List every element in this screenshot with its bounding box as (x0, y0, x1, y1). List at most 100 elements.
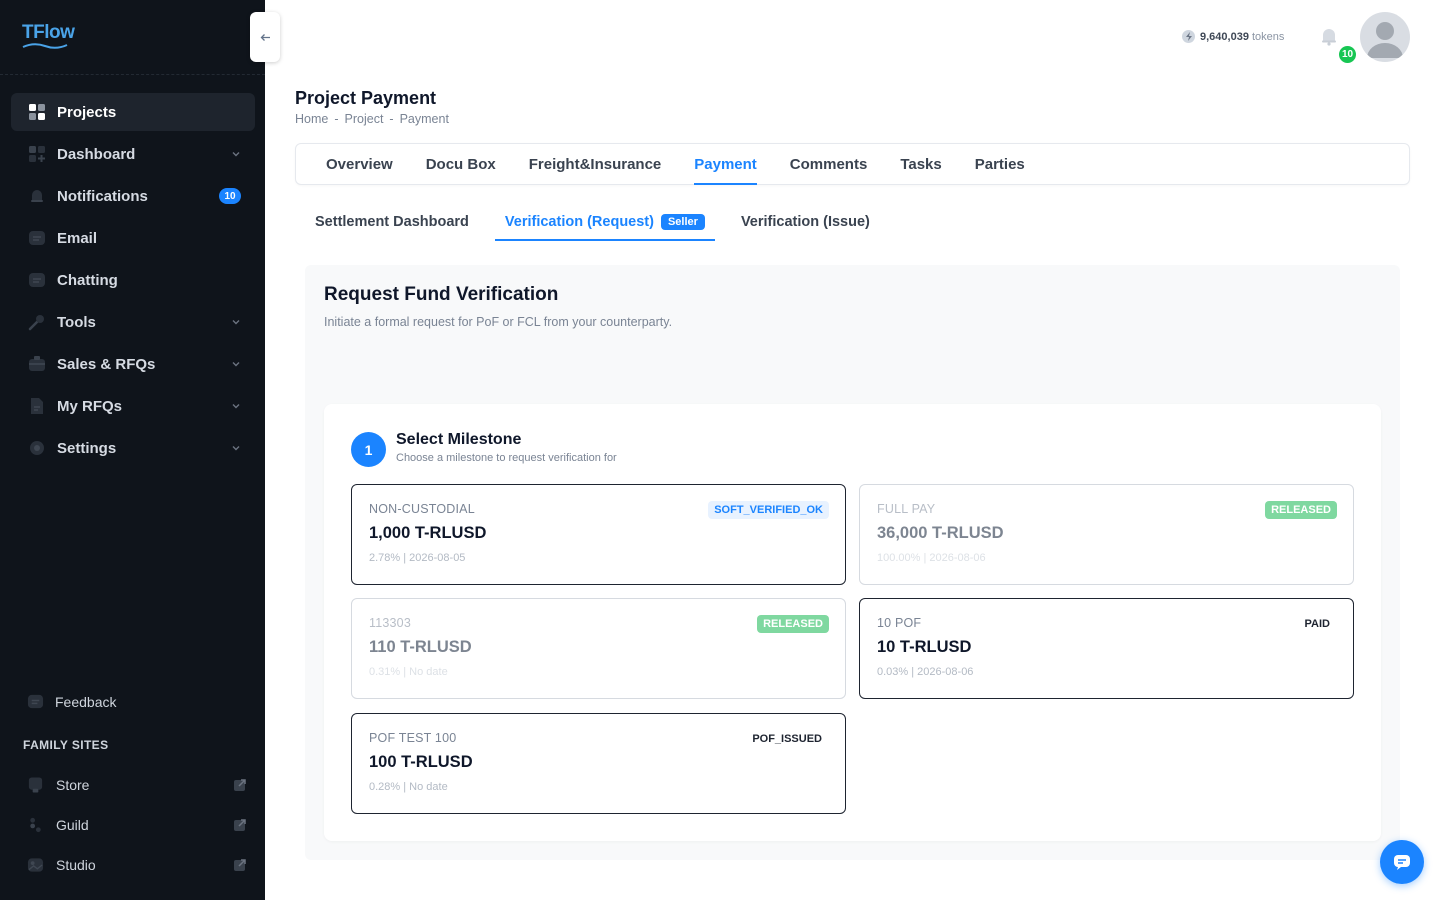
milestone-name: 10 POF (877, 616, 922, 630)
user-silhouette-icon (1367, 22, 1403, 58)
breadcrumb-project[interactable]: Project (345, 112, 384, 126)
milestone-meta: 0.03% | 2026-08-06 (877, 666, 974, 678)
user-avatar[interactable] (1360, 12, 1410, 62)
notification-count-badge: 10 (1337, 44, 1358, 65)
family-site-guild[interactable]: Guild (27, 816, 247, 834)
breadcrumb-home[interactable]: Home (295, 112, 328, 126)
step-title: Select Milestone (396, 431, 522, 448)
tab-docu-box[interactable]: Docu Box (426, 144, 496, 185)
breadcrumb-separator: - (389, 112, 394, 126)
milestone-status-badge: POF_ISSUED (752, 733, 822, 745)
milestone-status-badge: RELEASED (757, 615, 829, 633)
request-fund-verification-panel: Request Fund Verification Initiate a for… (305, 265, 1400, 860)
sidebar-item-label: Tools (57, 313, 96, 331)
store-icon (28, 777, 43, 793)
chevron-down-icon (232, 446, 240, 451)
guild-icon (30, 817, 41, 833)
subtab-verification-issue[interactable]: Verification (Issue) (731, 203, 880, 240)
sidebar-item-label: Notifications (57, 187, 148, 205)
tab-parties[interactable]: Parties (975, 144, 1025, 185)
tab-freight-insurance[interactable]: Freight&Insurance (529, 144, 662, 185)
feedback-label: Feedback (55, 693, 117, 710)
sidebar-item-tools[interactable]: Tools (11, 303, 255, 341)
bell-icon (28, 187, 46, 205)
sidebar-item-label: Sales & RFQs (57, 355, 156, 373)
milestone-amount: 1,000 T-RLUSD (369, 524, 487, 542)
breadcrumb-separator: - (334, 112, 339, 126)
tab-overview[interactable]: Overview (326, 144, 393, 185)
sidebar-item-label: Email (57, 229, 98, 247)
chat-fab-button[interactable] (1380, 840, 1424, 884)
sidebar-item-my-rfqs[interactable]: My RFQs (11, 387, 255, 425)
sidebar-item-label: Projects (57, 103, 117, 121)
page-title: Project Payment (295, 88, 437, 108)
panel-title: Request Fund Verification (324, 284, 559, 305)
sidebar-item-notifications[interactable]: Notifications 10 (11, 177, 255, 215)
sidebar-item-dashboard[interactable]: Dashboard (11, 135, 255, 173)
external-link-icon (234, 819, 246, 831)
studio-icon (27, 858, 44, 872)
milestone-amount: 36,000 T-RLUSD (877, 524, 1004, 542)
panel-subtitle: Initiate a formal request for PoF or FCL… (324, 315, 673, 329)
tab-tasks[interactable]: Tasks (900, 144, 941, 185)
family-site-store[interactable]: Store (27, 776, 247, 794)
briefcase-icon (28, 355, 46, 373)
bolt-icon (1182, 30, 1195, 43)
breadcrumb: Home - Project - Payment (295, 112, 449, 126)
token-balance: 9,640,039 tokens (1182, 30, 1284, 43)
document-icon (28, 397, 46, 415)
notifications-count-badge: 10 (219, 188, 241, 204)
sidebar: TFlow Projects Dashboard Notifications 1… (0, 0, 265, 900)
sidebar-item-settings[interactable]: Settings (11, 429, 255, 467)
logo-text: TFlow (22, 22, 75, 43)
tab-payment[interactable]: Payment (694, 144, 757, 185)
family-site-studio[interactable]: Studio (27, 856, 247, 874)
token-count: 9,640,039 (1200, 30, 1249, 43)
payment-sub-tabs: Settlement Dashboard Verification (Reque… (305, 203, 896, 241)
subtab-verification-request[interactable]: Verification (Request) Seller (494, 203, 715, 241)
milestone-meta: 100.00% | 2026-08-06 (877, 552, 986, 564)
feedback-link[interactable]: Feedback (27, 693, 116, 710)
family-sites-title: FAMILY SITES (23, 738, 109, 752)
external-link-icon (234, 859, 246, 871)
milestone-amount: 110 T-RLUSD (369, 638, 472, 656)
tflow-logo[interactable]: TFlow (22, 22, 75, 52)
logo-wave-icon (22, 43, 68, 49)
token-unit: tokens (1251, 30, 1285, 43)
sidebar-item-email[interactable]: Email (11, 219, 255, 257)
gear-icon (28, 439, 46, 457)
select-milestone-card: 1 Select Milestone Choose a milestone to… (324, 404, 1381, 841)
chevron-down-icon (232, 362, 240, 367)
project-tabs: Overview Docu Box Freight&Insurance Paym… (295, 143, 1410, 185)
subtab-label: Verification (Issue) (740, 213, 870, 230)
chevron-down-icon (232, 152, 240, 157)
feedback-icon (27, 694, 44, 709)
step-number: 1 (351, 432, 386, 467)
milestone-amount: 10 T-RLUSD (877, 638, 972, 656)
step-subtitle: Choose a milestone to request verificati… (396, 452, 617, 464)
tab-comments[interactable]: Comments (790, 144, 868, 185)
seller-badge: Seller (660, 213, 705, 230)
grid-icon (28, 103, 46, 121)
breadcrumb-payment: Payment (399, 112, 449, 126)
milestone-option[interactable]: POF TEST 100 100 T-RLUSD 0.28% | No date… (351, 713, 846, 814)
sidebar-divider (0, 74, 265, 75)
milestone-option: FULL PAY 36,000 T-RLUSD 100.00% | 2026-0… (859, 484, 1354, 585)
sidebar-item-chatting[interactable]: Chatting (11, 261, 255, 299)
subtab-settlement-dashboard[interactable]: Settlement Dashboard (305, 203, 479, 240)
sidebar-item-projects[interactable]: Projects (11, 93, 255, 131)
milestone-meta: 0.28% | No date (369, 781, 448, 793)
chat-icon (28, 271, 46, 289)
notification-bell-icon[interactable] (1320, 26, 1338, 46)
arrow-left-icon (260, 33, 270, 41)
sidebar-item-sales-rfqs[interactable]: Sales & RFQs (11, 345, 255, 383)
sidebar-item-label: Settings (57, 439, 117, 457)
milestone-amount: 100 T-RLUSD (369, 753, 473, 771)
wrench-icon (28, 313, 46, 331)
milestone-status-badge: SOFT_VERIFIED_OK (708, 501, 829, 519)
milestone-option[interactable]: NON-CUSTODIAL 1,000 T-RLUSD 2.78% | 2026… (351, 484, 846, 585)
sidebar-item-label: Chatting (57, 271, 118, 289)
sidebar-item-label: Dashboard (57, 145, 136, 163)
milestone-option[interactable]: 10 POF 10 T-RLUSD 0.03% | 2026-08-06 PAI… (859, 598, 1354, 699)
sidebar-collapse-button[interactable] (250, 12, 280, 62)
